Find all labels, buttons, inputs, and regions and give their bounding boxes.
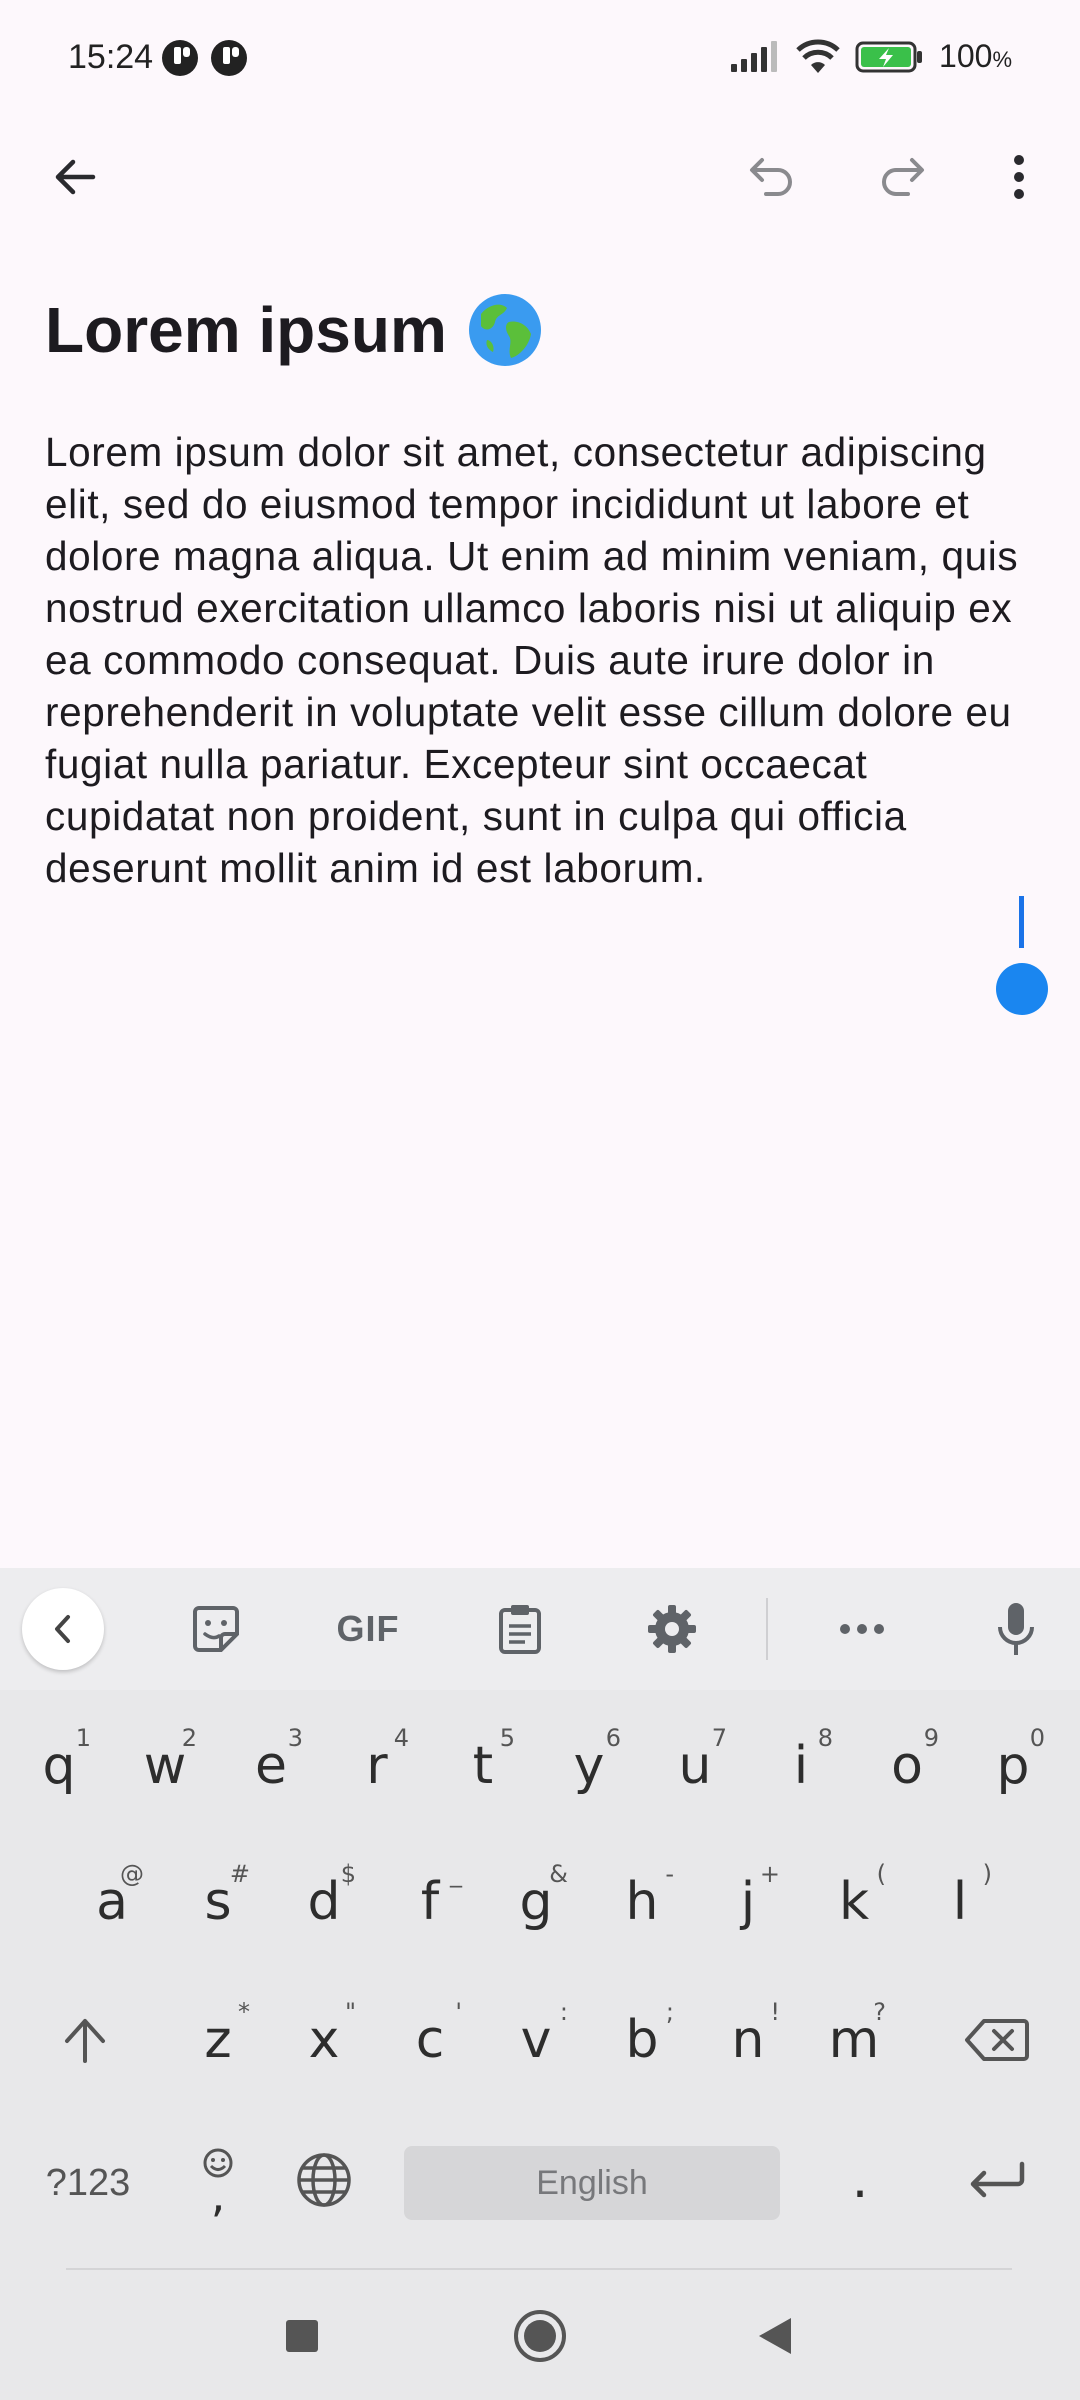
- gear-icon: [648, 1605, 696, 1653]
- key-k[interactable]: k(: [804, 1842, 904, 1962]
- nav-home-icon: [514, 2310, 566, 2362]
- chevron-left-icon: [55, 1615, 70, 1643]
- key-d[interactable]: d $: [274, 1842, 374, 1962]
- key-u[interactable]: u7: [645, 1706, 745, 1826]
- key-w[interactable]: w2: [115, 1706, 215, 1826]
- redo-icon: [882, 158, 924, 196]
- undo-button[interactable]: [723, 129, 819, 225]
- notification-icon: [211, 40, 247, 76]
- key-q[interactable]: q1: [9, 1706, 109, 1826]
- key-i[interactable]: i8: [751, 1706, 851, 1826]
- key-l[interactable]: l): [910, 1842, 1010, 1962]
- shift-icon: [65, 2019, 105, 2063]
- globe-icon: [297, 2153, 351, 2207]
- key-g[interactable]: g &: [486, 1842, 586, 1962]
- mic-icon: [998, 1603, 1034, 1655]
- keyboard-divider: [66, 2268, 1012, 2270]
- voice-input-button[interactable]: [968, 1581, 1064, 1677]
- battery-icon: [855, 41, 923, 72]
- symbols-key[interactable]: ?123: [28, 2150, 148, 2216]
- key-r[interactable]: r4: [327, 1706, 427, 1826]
- gif-label: GIF: [336, 1608, 400, 1649]
- key-v[interactable]: v:: [486, 1980, 586, 2100]
- note-title-text: Lorem ipsum: [45, 294, 447, 366]
- settings-button[interactable]: [624, 1581, 720, 1677]
- language-switch-key[interactable]: [274, 2120, 374, 2240]
- keyboard-toolbar: GIF: [0, 1568, 1080, 1690]
- more-tools-button[interactable]: [814, 1581, 910, 1677]
- text-cursor: [1019, 896, 1024, 948]
- key-n[interactable]: n!: [698, 1980, 798, 2100]
- key-f[interactable]: f _: [380, 1842, 480, 1962]
- toolbar-collapse-button[interactable]: [22, 1588, 104, 1670]
- key-c[interactable]: c ': [380, 1980, 480, 2100]
- note-body[interactable]: Lorem ipsum dolor sit amet, consectetur …: [45, 426, 1045, 894]
- clipboard-icon: [499, 1605, 541, 1654]
- key-o[interactable]: o9: [857, 1706, 957, 1826]
- key-t[interactable]: t5: [433, 1706, 533, 1826]
- sticker-button[interactable]: [168, 1581, 264, 1677]
- toolbar-separator: [766, 1598, 768, 1660]
- emoji-icon: [202, 2136, 234, 2190]
- comma-key[interactable]: ,: [168, 2120, 268, 2240]
- back-button[interactable]: [27, 129, 123, 225]
- key-a[interactable]: a @: [62, 1842, 162, 1962]
- more-options-button[interactable]: [971, 129, 1067, 225]
- key-h[interactable]: h-: [592, 1842, 692, 1962]
- more-horiz-icon: [840, 1624, 884, 1634]
- redo-button[interactable]: [855, 129, 951, 225]
- clipboard-button[interactable]: [472, 1581, 568, 1677]
- globe-emoji-icon: [468, 294, 541, 366]
- signal-icon: [731, 40, 778, 72]
- more-vert-icon: [1014, 155, 1024, 199]
- enter-icon: [970, 2161, 1025, 2198]
- note-title[interactable]: Lorem ipsum: [45, 292, 543, 368]
- nav-recents-button[interactable]: [262, 2296, 342, 2376]
- key-j[interactable]: j +: [698, 1842, 798, 1962]
- status-icons: 100%: [729, 38, 1012, 75]
- undo-icon: [750, 158, 792, 196]
- space-key[interactable]: English: [404, 2146, 780, 2220]
- key-z[interactable]: z *: [168, 1980, 268, 2100]
- key-b[interactable]: b;: [592, 1980, 692, 2100]
- backspace-key[interactable]: [942, 1980, 1052, 2100]
- shift-key[interactable]: [30, 1980, 140, 2100]
- nav-back-icon: [759, 2318, 791, 2354]
- enter-key[interactable]: [942, 2120, 1052, 2240]
- wifi-icon: [796, 39, 840, 73]
- app-bar: [0, 120, 1080, 235]
- period-key[interactable]: .: [810, 2120, 910, 2240]
- nav-back-button[interactable]: [735, 2296, 815, 2376]
- notification-icon: [162, 40, 198, 76]
- nav-home-button[interactable]: [500, 2290, 580, 2382]
- backspace-icon: [965, 2019, 1029, 2061]
- gif-button[interactable]: GIF: [320, 1581, 416, 1677]
- key-s[interactable]: s #: [168, 1842, 268, 1962]
- status-bar: 15:24 100%: [0, 0, 1080, 120]
- key-m[interactable]: m?: [804, 1980, 904, 2100]
- battery-text: 100%: [939, 38, 1012, 74]
- key-p[interactable]: p0: [963, 1706, 1063, 1826]
- status-time: 15:24: [68, 38, 154, 76]
- key-x[interactable]: x ": [274, 1980, 374, 2100]
- cursor-handle[interactable]: [996, 963, 1048, 1015]
- back-arrow-icon: [55, 159, 96, 195]
- sticker-icon: [193, 1606, 239, 1652]
- key-e[interactable]: e3: [221, 1706, 321, 1826]
- nav-recents-icon: [286, 2320, 318, 2352]
- key-y[interactable]: y6: [539, 1706, 639, 1826]
